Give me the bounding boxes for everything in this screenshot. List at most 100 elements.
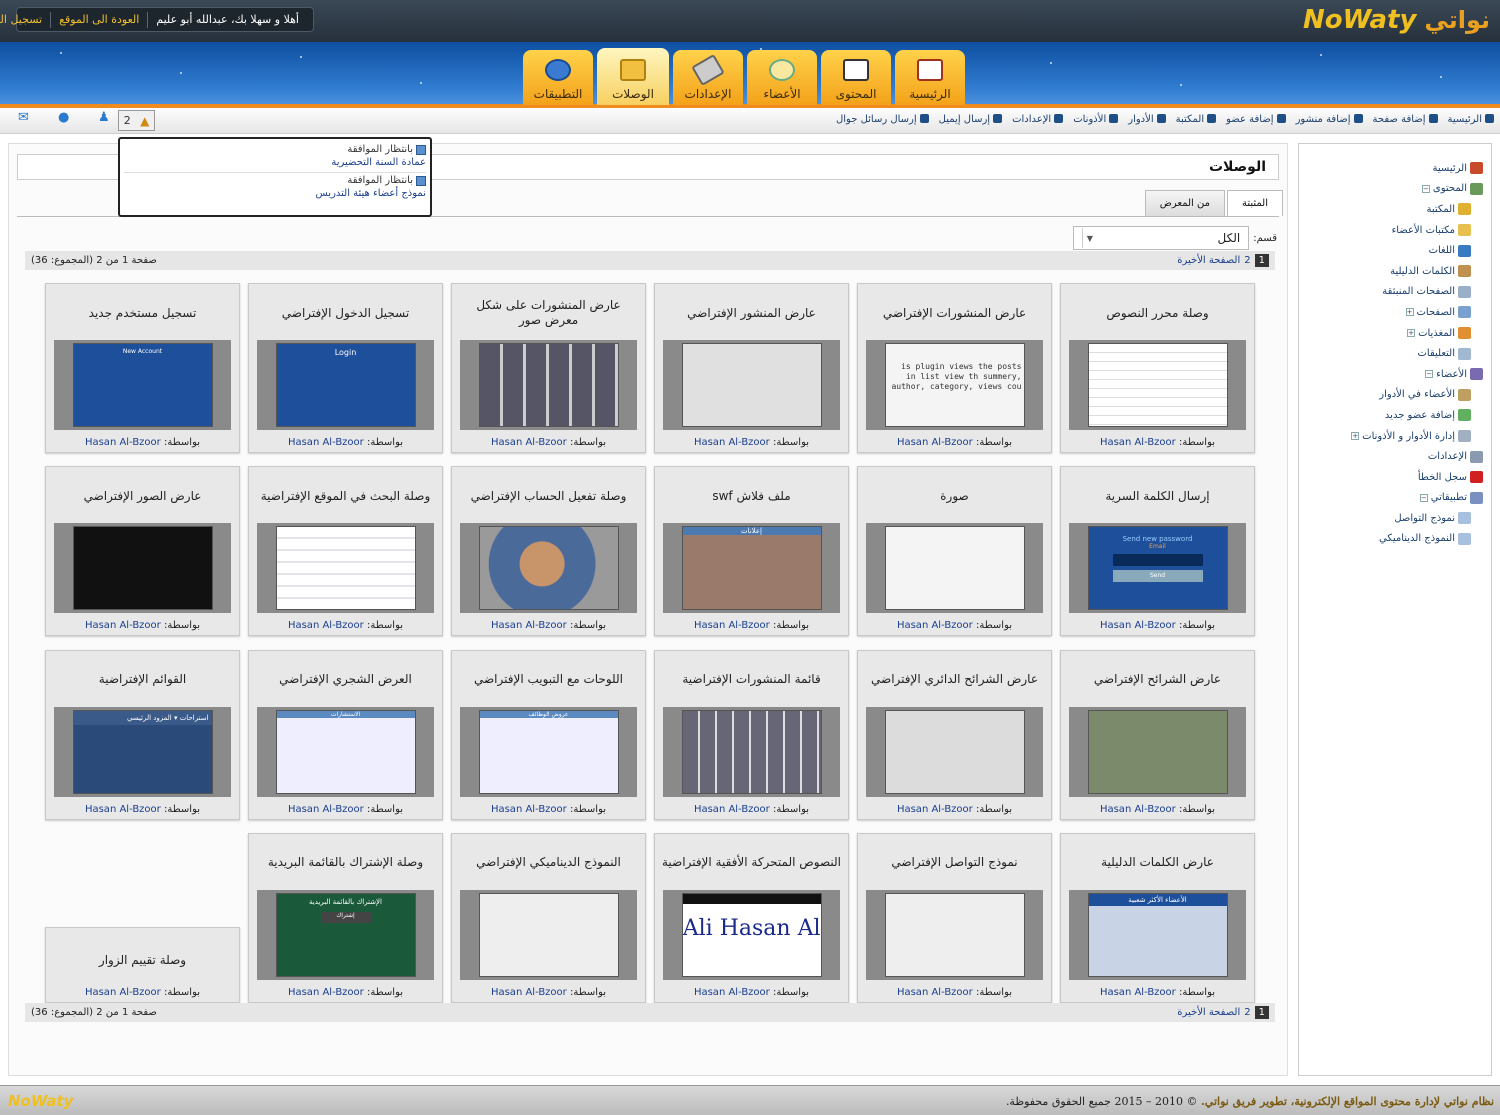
site-logo[interactable]: NoWaty نواتي <box>1303 3 1490 37</box>
tab-plugins[interactable]: الوصلات <box>597 48 669 105</box>
plugin-card[interactable]: وصلة تفعيل الحساب الإفتراضي بواسطة: Hasan… <box>451 466 646 637</box>
plugin-card[interactable]: عارض المنشورات على شكل معرض صور بواسطة: H… <box>451 283 646 453</box>
plugin-preview[interactable]: عروض الوظائف <box>460 706 637 797</box>
plugin-card[interactable]: اللوحات مع التبويب الإفتراضي عروض الوظائف… <box>451 649 646 820</box>
author-link[interactable]: Hasan Al-Bzoor <box>288 804 364 815</box>
quick-link-add-page[interactable]: إضافة صفحة <box>1373 114 1438 125</box>
plugin-preview[interactable]: Ali Hasan Al- <box>663 889 840 980</box>
pager-page-2[interactable]: 2 <box>1244 255 1250 266</box>
author-link[interactable]: Hasan Al-Bzoor <box>1100 804 1176 815</box>
plugin-card[interactable]: عارض الصور الإفتراضي بواسطة: Hasan Al-Bzo… <box>45 466 240 637</box>
author-link[interactable]: Hasan Al-Bzoor <box>1100 437 1176 448</box>
plugin-preview[interactable] <box>866 889 1043 980</box>
sidebar-item[interactable]: الأعضاء − <box>1351 364 1483 385</box>
plugin-card[interactable]: تسجيل مستخدم جديد New Account بواسطة: Hasa… <box>45 283 240 453</box>
author-link[interactable]: Hasan Al-Bzoor <box>897 987 973 998</box>
plugin-preview[interactable]: New Account <box>54 340 231 430</box>
author-link[interactable]: Hasan Al-Bzoor <box>897 804 973 815</box>
plugin-card[interactable]: وصلة محرر النصوص بواسطة: Hasan Al-Bzoor <box>1060 283 1255 453</box>
plugin-card[interactable]: نموذج التواصل الإفتراضي بواسطة: Hasan Al-… <box>857 832 1052 1003</box>
notifications-button[interactable]: 2 ▲ <box>118 110 155 131</box>
author-link[interactable]: Hasan Al-Bzoor <box>694 437 770 448</box>
plugin-preview[interactable] <box>663 706 840 797</box>
user-icon[interactable]: ♟ <box>98 111 112 124</box>
plugin-preview[interactable]: إعلانات <box>663 523 840 614</box>
sidebar-item[interactable]: المغذيات + <box>1351 323 1471 344</box>
quick-link-library[interactable]: المكتبة <box>1176 114 1217 125</box>
quick-link-home[interactable]: الرئيسية <box>1448 114 1494 125</box>
plugin-card[interactable]: القوائم الإفتراضية استراحات ▾ المزود الرئ… <box>45 649 240 820</box>
pager-last[interactable]: الصفحة الأخيرة <box>1177 255 1240 266</box>
author-link[interactable]: Hasan Al-Bzoor <box>694 620 770 631</box>
plugin-preview[interactable]: الأعضاء الأكثر شعبية <box>1069 889 1246 980</box>
expand-icon[interactable]: + <box>1351 432 1360 441</box>
sidebar-item[interactable]: الصفحات + <box>1351 302 1471 323</box>
quick-link-add-member[interactable]: إضافة عضو <box>1226 114 1286 125</box>
quick-link-send-email[interactable]: إرسال إيميل <box>939 114 1003 125</box>
tab-settings[interactable]: الإعدادات <box>673 50 743 105</box>
plugin-card[interactable]: النموذج الديناميكي الإفتراضي بواسطة: Hasa… <box>451 832 646 1003</box>
chat-icon[interactable]: ● <box>58 111 72 124</box>
plugin-card[interactable]: وصلة تقييم الزوار بواسطة: Hasan Al-Bzoor <box>45 926 240 1003</box>
plugin-preview[interactable] <box>54 523 231 614</box>
collapse-icon[interactable]: − <box>1421 184 1430 193</box>
sidebar-item[interactable]: نموذج التواصل <box>1351 508 1471 529</box>
subtab-installed[interactable]: المثبتة <box>1226 190 1283 216</box>
notification-item[interactable]: بانتظار الموافقة عمادة السنة التحضيرية <box>124 142 426 173</box>
author-link[interactable]: Hasan Al-Bzoor <box>897 437 973 448</box>
quick-link-send-sms[interactable]: إرسال رسائل جوال <box>836 114 929 125</box>
pager-page-2[interactable]: 2 <box>1244 1007 1250 1018</box>
author-link[interactable]: Hasan Al-Bzoor <box>491 437 567 448</box>
author-link[interactable]: Hasan Al-Bzoor <box>288 987 364 998</box>
plugin-card[interactable]: عارض الشرائح الإفتراضي بواسطة: Hasan Al-B… <box>1060 649 1255 820</box>
author-link[interactable]: Hasan Al-Bzoor <box>288 620 364 631</box>
plugin-card[interactable]: وصلة الإشتراك بالقائمة البريدية الإشتراك … <box>248 832 443 1003</box>
author-link[interactable]: Hasan Al-Bzoor <box>85 620 161 631</box>
sidebar-item[interactable]: اللغات <box>1351 240 1471 261</box>
back-to-site-link[interactable]: العودة الى الموقع <box>51 13 147 26</box>
sidebar-item[interactable]: الصفحات المنبثقة <box>1351 282 1471 303</box>
sidebar-item[interactable]: التعليقات <box>1351 343 1471 364</box>
plugin-card[interactable]: العرض الشجري الإفتراضي الاستشارات بواسطة: … <box>248 649 443 820</box>
plugin-preview[interactable] <box>257 523 434 614</box>
author-link[interactable]: Hasan Al-Bzoor <box>288 437 364 448</box>
sidebar-item[interactable]: إضافة عضو جديد <box>1351 405 1471 426</box>
sidebar-item[interactable]: المحتوى − <box>1351 179 1483 200</box>
quick-link-permissions[interactable]: الأذونات <box>1073 114 1119 125</box>
plugin-card[interactable]: النصوص المتحركة الأفقية الإفتراضية Ali Ha… <box>654 832 849 1003</box>
author-link[interactable]: Hasan Al-Bzoor <box>897 620 973 631</box>
envelope-icon[interactable]: ✉ <box>18 111 32 124</box>
plugin-preview[interactable]: الاستشارات <box>257 706 434 797</box>
tab-apps[interactable]: التطبيقات <box>523 50 593 105</box>
author-link[interactable]: Hasan Al-Bzoor <box>85 987 161 998</box>
author-link[interactable]: Hasan Al-Bzoor <box>694 987 770 998</box>
author-link[interactable]: Hasan Al-Bzoor <box>694 804 770 815</box>
plugin-card[interactable]: وصلة البحث في الموقع الإفتراضية بواسطة: H… <box>248 466 443 637</box>
notification-title[interactable]: نموذج أعضاء هيئة التدريس <box>124 188 426 199</box>
plugin-preview[interactable]: Login <box>257 340 434 430</box>
footer-logo[interactable]: NoWaty <box>8 1092 73 1110</box>
plugin-card[interactable]: عارض المنشور الإفتراضي بواسطة: Hasan Al-B… <box>654 283 849 453</box>
author-link[interactable]: Hasan Al-Bzoor <box>1100 620 1176 631</box>
collapse-icon[interactable]: − <box>1425 370 1434 379</box>
sidebar-item[interactable]: الإعدادات <box>1351 446 1483 467</box>
sidebar-item[interactable]: الأعضاء في الأدوار <box>1351 385 1471 406</box>
collapse-icon[interactable]: − <box>1419 493 1428 502</box>
author-link[interactable]: Hasan Al-Bzoor <box>491 620 567 631</box>
sidebar-item[interactable]: إدارة الأدوار و الأذونات + <box>1351 426 1471 447</box>
author-link[interactable]: Hasan Al-Bzoor <box>491 987 567 998</box>
plugin-preview[interactable] <box>866 706 1043 797</box>
sidebar-item[interactable]: الكلمات الدليلية <box>1351 261 1471 282</box>
plugin-preview[interactable] <box>1069 340 1246 430</box>
expand-icon[interactable]: + <box>1407 329 1416 338</box>
sidebar-item[interactable]: الرئيسية <box>1351 158 1483 179</box>
quick-link-roles[interactable]: الأدوار <box>1128 114 1166 125</box>
plugin-card[interactable]: إرسال الكلمة السرية Send new password Emai… <box>1060 466 1255 637</box>
plugin-preview[interactable]: is plugin views the posts in list view t… <box>866 340 1043 430</box>
plugin-preview[interactable]: Send new password Email Send <box>1069 523 1246 614</box>
plugin-preview[interactable] <box>460 889 637 980</box>
sidebar-item[interactable]: النموذج الديناميكي <box>1351 529 1471 550</box>
plugin-card[interactable]: ملف فلاش swf إعلانات بواسطة: Hasan Al-Bzoo… <box>654 466 849 637</box>
plugin-preview[interactable] <box>663 340 840 430</box>
plugin-preview[interactable] <box>1069 706 1246 797</box>
